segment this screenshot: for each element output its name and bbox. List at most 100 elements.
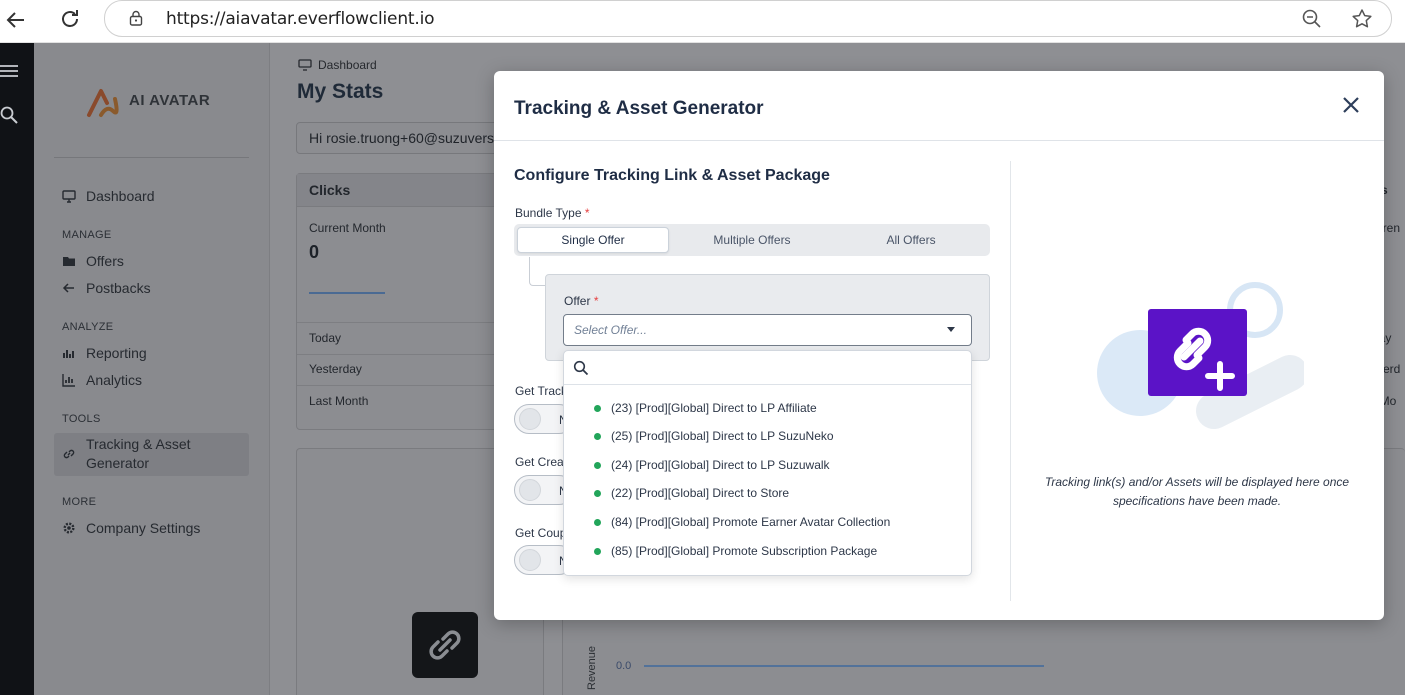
current-month-value: 0 [309,242,320,262]
stat-row-label: Last Month [309,394,369,408]
get-coupons-label: Get Coup [515,526,567,540]
sidebar-item-company-settings[interactable]: Company Settings [62,518,200,538]
offer-option-label: (84) [Prod][Global] Promote Earner Avata… [611,515,891,529]
sidebar-item-label: Offers [86,253,124,269]
sidebar-item-postbacks[interactable]: Postbacks [62,278,151,298]
caret-down-icon [947,327,955,332]
revenue-line [644,665,1044,667]
sidebar-item-label: Postbacks [86,280,151,296]
sidebar-item-reporting[interactable]: Reporting [62,343,147,363]
back-arrow-icon[interactable] [4,8,28,32]
gear-icon [63,522,75,534]
breadcrumb-label[interactable]: Dashboard [318,58,377,72]
bundle-option-all[interactable]: All Offers [835,227,987,253]
current-month-label: Current Month [309,221,386,235]
bundle-type-label: Bundle Type * [515,206,590,220]
link-icon [429,630,461,660]
url-text[interactable]: https://aiavatar.everflowclient.io [166,9,434,29]
tree-connector [529,257,545,286]
sidebar-item-offers[interactable]: Offers [62,251,124,271]
bundle-type-selector: Single Offer Multiple Offers All Offers [514,224,990,256]
get-tracking-label: Get Track [515,384,568,398]
browser-toolbar: https://aiavatar.everflowclient.io [0,0,1405,43]
monitor-icon [298,59,312,71]
breadcrumb: Dashboard [298,58,377,72]
offer-option[interactable]: (85) [Prod][Global] Promote Subscription… [594,542,877,560]
modal-title: Tracking & Asset Generator [514,98,764,119]
toggle-knob [519,549,541,571]
offer-option-label: (85) [Prod][Global] Promote Subscription… [611,544,878,558]
link-badge [412,612,478,678]
link-generator-illustration [1097,282,1304,429]
revenue-axis-label: Revenue [586,645,598,690]
offer-dropdown: (23) [Prod][Global] Direct to LP Affilia… [563,350,972,576]
offer-placeholder: Select Offer... [574,323,647,337]
status-dot [594,518,601,526]
offer-option[interactable]: (84) [Prod][Global] Promote Earner Avata… [594,513,890,531]
bundle-type-label-text: Bundle Type [515,206,582,220]
sidebar-item-label: Reporting [86,345,147,361]
offer-label: Offer * [564,294,598,308]
panel-divider [1010,161,1011,601]
sparkline [309,292,385,294]
bundle-option-multiple[interactable]: Multiple Offers [676,227,828,253]
offer-option-label: (25) [Prod][Global] Direct to LP SuzuNek… [611,429,834,443]
address-bar[interactable]: https://aiavatar.everflowclient.io [104,0,1392,37]
sidebar-item-label: Analytics [86,372,143,388]
page-title: My Stats [297,80,384,103]
offer-option-label: (23) [Prod][Global] Direct to LP Affilia… [611,401,817,415]
toggle-knob [519,479,541,501]
offer-option[interactable]: (25) [Prod][Global] Direct to LP SuzuNek… [594,427,834,445]
close-icon[interactable] [1339,93,1363,117]
sidebar-item-label: Tracking & Asset Generator [86,436,191,471]
icon-rail [0,43,34,695]
lock-icon[interactable] [129,10,143,26]
logo-text: AI AVATAR [129,92,211,109]
sidebar-item-dashboard[interactable]: Dashboard [62,186,155,206]
status-dot [594,547,601,555]
bundle-option-single[interactable]: Single Offer [517,227,669,253]
status-dot [594,461,601,469]
modal-divider [494,140,1384,141]
section-analyze: ANALYZE [62,321,114,333]
reload-icon[interactable] [58,7,82,31]
toggle-knob [519,408,541,430]
status-dot [594,404,601,412]
stat-row-label: Today [309,331,342,345]
offer-select[interactable]: Select Offer... [563,314,972,346]
offer-option-label: (22) [Prod][Global] Direct to Store [611,486,790,500]
offer-option[interactable]: (23) [Prod][Global] Direct to LP Affilia… [594,399,817,417]
link-icon [63,449,75,459]
section-more: MORE [62,496,97,508]
hamburger-menu-icon[interactable] [0,63,20,79]
tracking-asset-modal: Tracking & Asset Generator Configure Tra… [494,71,1384,620]
offer-option[interactable]: (24) [Prod][Global] Direct to LP Suzuwal… [594,456,830,474]
sidebar-item-label: Dashboard [86,188,155,204]
search-icon [573,360,589,376]
sidebar-item-tracking-generator-content[interactable]: Tracking & Asset Generator [62,435,206,475]
sidebar-item-label: Company Settings [86,520,201,536]
bookmark-star-icon[interactable] [1350,7,1374,31]
monitor-icon [62,190,76,203]
config-title: Configure Tracking Link & Asset Package [514,167,830,184]
offer-search-input[interactable] [564,351,971,385]
status-dot [594,432,601,440]
search-icon[interactable] [0,106,20,126]
sidebar: AI AVATAR Dashboard MANAGE Offers Postba… [34,43,270,695]
get-creatives-label: Get Crea [515,455,564,469]
required-marker: * [584,206,590,220]
zoom-out-icon[interactable] [1301,8,1323,30]
chart-bars-icon [63,350,74,358]
sidebar-item-analytics[interactable]: Analytics [62,370,142,390]
required-marker: * [593,294,599,308]
status-dot [594,489,601,497]
offer-option[interactable]: (22) [Prod][Global] Direct to Store [594,484,789,502]
offer-option-label: (24) [Prod][Global] Direct to LP Suzuwal… [611,458,830,472]
results-placeholder: Tracking link(s) and/or Assets will be d… [1044,475,1350,508]
section-manage: MANAGE [62,229,112,241]
folder-icon [63,257,75,266]
offer-label-text: Offer [564,294,591,308]
stat-row-label: Yesterday [309,362,362,376]
section-tools: TOOLS [62,413,101,425]
sidebar-divider [54,157,249,158]
